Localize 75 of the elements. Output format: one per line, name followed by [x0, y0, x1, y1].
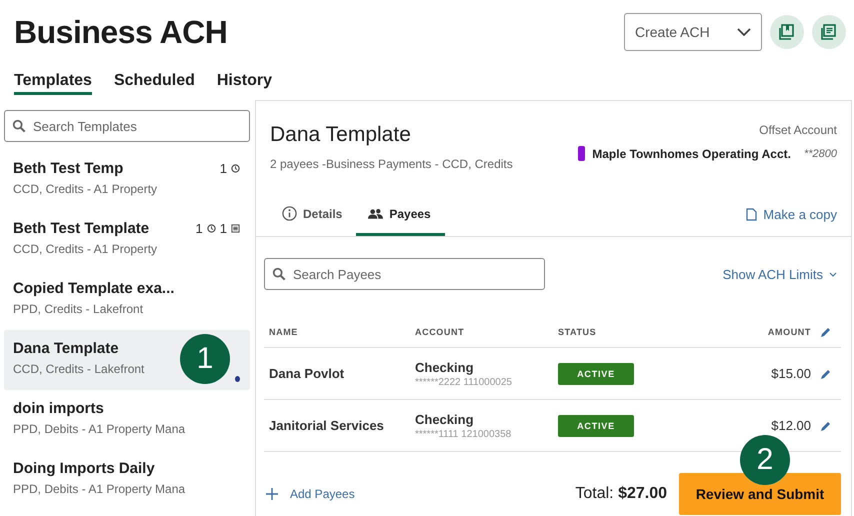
template-item[interactable]: Copied Template exa... PPD, Credits - Lakefront	[4, 270, 250, 330]
add-payees-link[interactable]: Add Payees	[266, 487, 355, 501]
people-icon	[368, 208, 384, 220]
make-copy-link[interactable]: Make a copy	[746, 207, 837, 236]
template-subtitle: PPD, Debits - A1 Property Mana	[13, 482, 186, 496]
list-icon	[231, 224, 240, 233]
badge-count: 1	[220, 221, 227, 236]
column-header: AMOUNT	[766, 326, 811, 336]
edit-icon[interactable]	[820, 368, 832, 380]
badge-count: 1	[196, 221, 203, 236]
template-subtitle: CCD, Credits - Lakefront	[13, 362, 146, 376]
template-subtitle: CCD, Credits - A1 Property	[13, 242, 158, 256]
template-item[interactable]: Beth Test Temp 1 CCD, Credits - A1 Property	[4, 150, 250, 210]
template-name: Doing Imports Daily	[13, 460, 155, 477]
payee-amount: $15.00	[770, 366, 811, 381]
plus-icon	[266, 488, 278, 500]
template-title: Dana Template	[270, 123, 412, 147]
review-and-submit-button[interactable]: Review and Submit	[679, 473, 841, 515]
account-type: Checking	[415, 360, 475, 374]
clock-icon	[206, 224, 216, 233]
template-item[interactable]: doin imports PPD, Debits - A1 Property Mana	[4, 390, 250, 450]
badge-count: 1	[220, 161, 227, 176]
account-number: ******1111 121000358	[415, 428, 512, 440]
status-badge: ACTIVE	[558, 414, 634, 436]
document-button[interactable]	[812, 15, 846, 49]
template-summary: 2 payees -Business Payments - CCD, Credits	[270, 157, 513, 171]
template-item[interactable]: Beth Test Template 1 1 CCD, Credits - A1 Property	[4, 210, 250, 270]
template-subtitle: PPD, Credits - Lakefront	[13, 302, 144, 316]
nav-tab[interactable]: History	[216, 66, 272, 95]
step-marker: 2	[740, 435, 790, 485]
payee-amount: $12.00	[770, 418, 811, 433]
indicator-icon	[235, 376, 240, 382]
document-icon	[746, 208, 758, 221]
nav-tab[interactable]: Templates	[14, 66, 92, 95]
payee-name: Dana Povlot	[269, 366, 346, 381]
edit-icon[interactable]	[820, 420, 832, 432]
template-name: Copied Template exa...	[13, 280, 174, 297]
detail-tab[interactable]: Details	[270, 203, 356, 236]
search-templates-field[interactable]: Search Templates	[4, 110, 250, 142]
bookmark-icon	[778, 23, 796, 41]
column-header: NAME	[269, 326, 299, 336]
info-icon	[282, 206, 297, 221]
bookmark-button[interactable]	[770, 15, 804, 49]
detail-tab[interactable]: Payees	[356, 203, 445, 236]
offset-account-name: Maple Townhomes Operating Acct.	[592, 146, 791, 160]
account-type: Checking	[415, 412, 475, 426]
template-subtitle: CCD, Credits - A1 Property	[13, 182, 158, 196]
show-ach-limits-link[interactable]: Show ACH Limits	[722, 266, 837, 282]
document-icon	[820, 23, 838, 41]
offset-account-label: Offset Account	[758, 123, 837, 137]
step-marker: 1	[180, 334, 230, 384]
template-name: Beth Test Temp	[13, 160, 124, 177]
create-ach-select[interactable]: Create ACH	[624, 13, 762, 51]
page-title: Business ACH	[14, 14, 228, 50]
column-header: STATUS	[558, 326, 598, 336]
template-name: doin imports	[13, 400, 104, 417]
status-badge: ACTIVE	[558, 362, 634, 384]
search-payees-field[interactable]: Search Payees	[264, 258, 545, 290]
column-header: ACCOUNT	[415, 326, 466, 336]
payee-name: Janitorial Services	[269, 418, 385, 433]
account-number: ******2222 111000025	[415, 376, 513, 388]
nav-tab[interactable]: Scheduled	[114, 66, 195, 95]
template-name: Beth Test Template	[13, 220, 150, 237]
chevron-down-icon	[737, 28, 751, 36]
total-amount: Total: $27.00	[575, 485, 667, 503]
template-item[interactable]: Dana Template CCD, Credits - Lakefront 1	[4, 330, 250, 390]
search-icon	[272, 267, 286, 281]
chevron-down-icon	[829, 272, 837, 276]
offset-account-number: **2800	[804, 148, 837, 160]
clock-icon	[231, 164, 240, 173]
search-icon	[12, 119, 26, 133]
template-name: Dana Template	[13, 340, 119, 357]
template-subtitle: PPD, Debits - A1 Property Mana	[13, 422, 186, 436]
edit-icon[interactable]	[820, 326, 832, 338]
template-item[interactable]: Doing Imports Daily PPD, Debits - A1 Property Mana	[4, 450, 250, 510]
